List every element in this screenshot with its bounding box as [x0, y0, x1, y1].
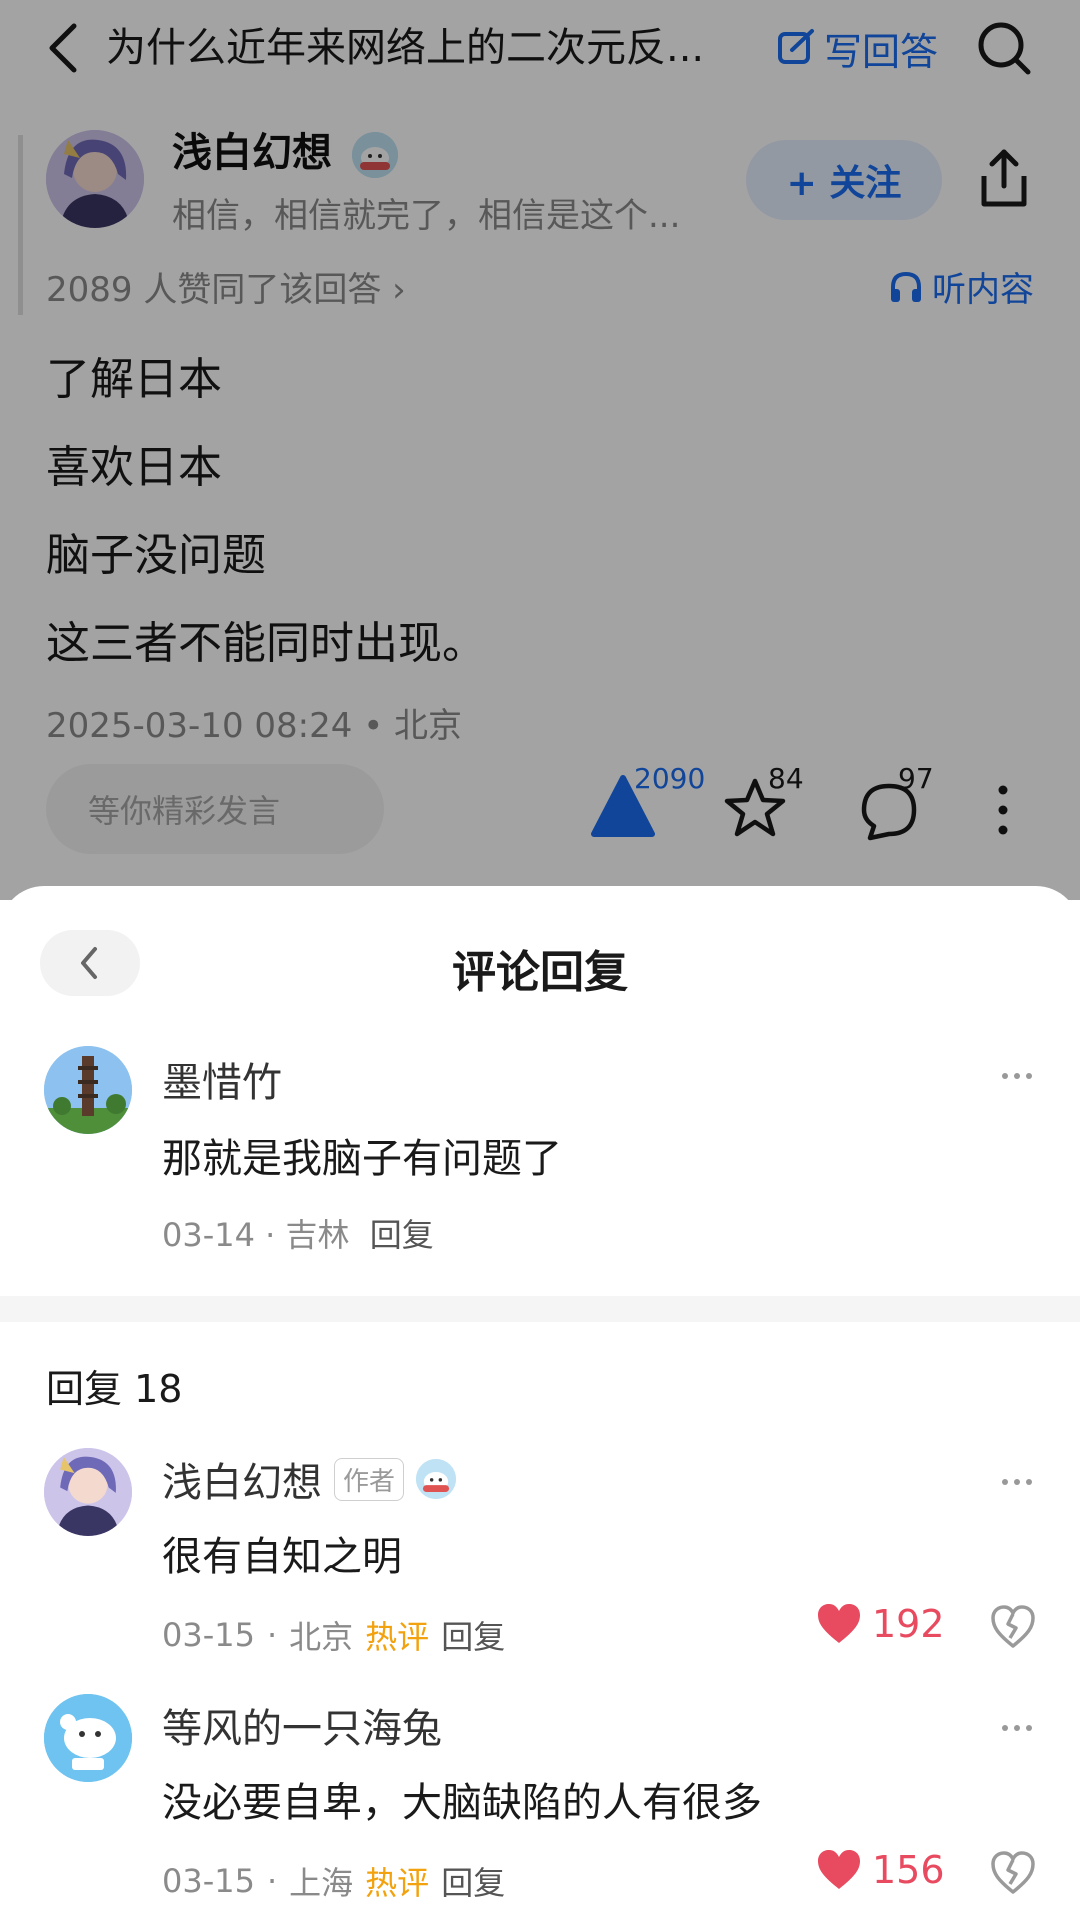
heart-icon [818, 1850, 860, 1889]
reply-date: 03-15 [162, 1862, 255, 1900]
reply-item: 浅白幻想 作者 很有自知之明 03-15 · 北京 热评 回复 192 [0, 1448, 1080, 1688]
reply-text: 很有自知之明 [162, 1534, 402, 1580]
modal-overlay[interactable] [0, 0, 1080, 900]
like-button[interactable]: 156 [816, 1848, 945, 1892]
reply-avatar[interactable] [44, 1694, 132, 1782]
broken-heart-icon [991, 1605, 1035, 1648]
hot-label: 热评 [365, 1864, 430, 1902]
broken-heart-icon [991, 1851, 1035, 1894]
reply-meta: 03-15 · 上海 热评 回复 [162, 1858, 505, 1904]
like-count: 156 [872, 1848, 945, 1892]
reply-location: 上海 [289, 1864, 354, 1902]
reply-meta: 03-15 · 北京 热评 回复 [162, 1612, 505, 1658]
root-comment: 墨惜竹 那就是我脑子有问题了 03-14 · 吉林 回复 [0, 1046, 1080, 1254]
comment-reply-sheet: 评论回复 墨惜竹 那就是我脑子有问题了 03-14 · 吉林 回复 回复 18 … [0, 886, 1080, 1907]
reply-author: 等风的一只海兔 [162, 1696, 442, 1754]
dislike-button[interactable] [990, 1604, 1036, 1650]
reply-link[interactable]: 回复 [441, 1612, 505, 1658]
more-horizontal-icon[interactable] [1000, 1070, 1034, 1082]
avatar-image [44, 1448, 132, 1536]
reply-author: 浅白幻想 作者 [162, 1450, 457, 1508]
comment-meta: 03-14 · 吉林 回复 [162, 1210, 434, 1256]
avatar-image [44, 1046, 132, 1134]
reply-author-name[interactable]: 等风的一只海兔 [162, 1696, 442, 1754]
section-divider [0, 1296, 1080, 1322]
reply-author-name[interactable]: 浅白幻想 [162, 1450, 322, 1508]
meta-separator: · [266, 1616, 278, 1654]
reply-link[interactable]: 回复 [370, 1216, 434, 1254]
comment-date: 03-14 [162, 1216, 255, 1254]
commenter-avatar[interactable] [44, 1046, 132, 1134]
comment-text: 那就是我脑子有问题了 [162, 1136, 562, 1182]
sheet-title: 评论回复 [452, 947, 628, 998]
reply-item: 等风的一只海兔 没必要自卑，大脑缺陷的人有很多 03-15 · 上海 热评 回复… [0, 1694, 1080, 1907]
meta-separator: · [266, 1862, 278, 1900]
reply-text: 没必要自卑，大脑缺陷的人有很多 [162, 1780, 762, 1826]
like-button[interactable]: 192 [816, 1602, 945, 1646]
heart-icon [818, 1604, 860, 1643]
more-horizontal-icon[interactable] [1000, 1722, 1034, 1734]
meta-separator: · [265, 1216, 286, 1254]
reply-avatar[interactable] [44, 1448, 132, 1536]
dislike-button[interactable] [990, 1850, 1036, 1896]
more-horizontal-icon[interactable] [1000, 1476, 1034, 1488]
like-count: 192 [872, 1602, 945, 1646]
user-badge-icon [416, 1459, 457, 1499]
reply-count-header: 回复 18 [46, 1367, 183, 1411]
comment-location: 吉林 [285, 1216, 350, 1254]
hot-label: 热评 [365, 1618, 430, 1656]
author-tag: 作者 [334, 1457, 405, 1501]
reply-date: 03-15 [162, 1616, 255, 1654]
commenter-name[interactable]: 墨惜竹 [162, 1050, 282, 1108]
reply-location: 北京 [289, 1618, 354, 1656]
avatar-image [44, 1694, 132, 1782]
reply-link[interactable]: 回复 [441, 1858, 505, 1904]
